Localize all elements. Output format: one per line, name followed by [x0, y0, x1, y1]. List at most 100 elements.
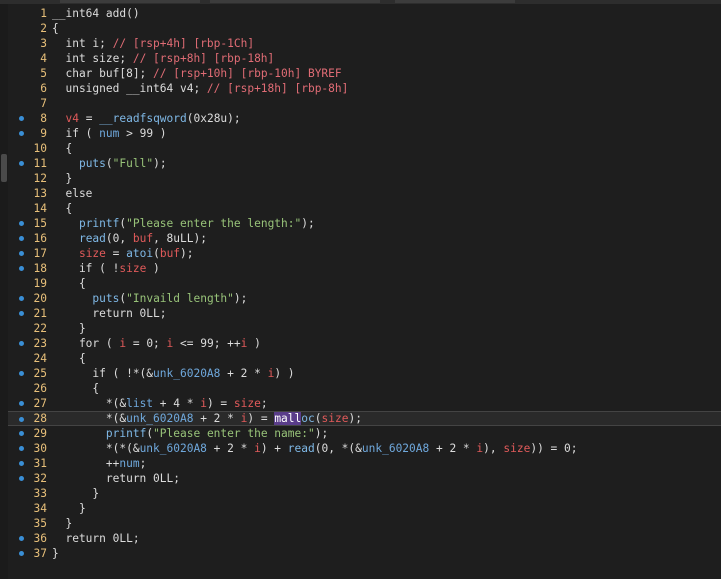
pseudocode-view[interactable]: 1 __int64 add() 2{3 int i; // [rsp+4h] [rb…	[8, 6, 721, 561]
code-line[interactable]: 10 {	[8, 141, 721, 156]
code-token: size	[78, 247, 106, 260]
code-line[interactable]: 23 for ( i = 0; i <= 99; ++i )	[8, 336, 721, 351]
code-line[interactable]: 13 else	[8, 186, 721, 201]
code-token: }	[52, 502, 86, 515]
code-line[interactable]: 2{	[8, 21, 721, 36]
line-number: 21	[33, 307, 47, 320]
tab-indicator[interactable]	[395, 0, 515, 3]
code-token: {	[52, 382, 100, 395]
code-line[interactable]: 12 }	[8, 171, 721, 186]
code-token: > 99 )	[119, 127, 167, 140]
breakpoint-dot-icon[interactable]	[19, 476, 24, 481]
code-line[interactable]: 20 puts("Invaild length");	[8, 291, 721, 306]
code-line[interactable]: 37}	[8, 546, 721, 561]
breakpoint-dot-icon[interactable]	[19, 266, 24, 271]
code-line[interactable]: 24 {	[8, 351, 721, 366]
line-number: 33	[33, 487, 47, 500]
code-line[interactable]: 28 *(&unk_6020A8 + 2 * i) = malloc(size)…	[8, 411, 721, 426]
code-text: puts("Full");	[52, 156, 167, 171]
code-token: }	[52, 322, 86, 335]
code-line[interactable]: 29 printf("Please enter the name:");	[8, 426, 721, 441]
code-line[interactable]: 7	[8, 96, 721, 111]
code-token: (	[153, 247, 160, 260]
code-token: + 2 *	[206, 442, 255, 455]
line-number: 37	[33, 547, 47, 560]
code-line[interactable]: 11 puts("Full");	[8, 156, 721, 171]
code-line[interactable]: 8 v4 = __readfsqword(0x28u);	[8, 111, 721, 126]
line-number: 11	[33, 157, 47, 170]
code-text: printf("Please enter the name:");	[52, 426, 328, 441]
code-token: "Full"	[112, 157, 154, 170]
code-line[interactable]: 26 {	[8, 381, 721, 396]
code-token: }	[52, 517, 73, 530]
code-line[interactable]: 30 *(*(&unk_6020A8 + 2 * i) + read(0, *(…	[8, 441, 721, 456]
code-line[interactable]: 3 int i; // [rsp+4h] [rbp-1Ch]	[8, 36, 721, 51]
breakpoint-dot-icon[interactable]	[19, 296, 24, 301]
code-text: }	[52, 321, 86, 336]
code-token: );	[301, 217, 315, 230]
code-token: // [rsp+4h] [rbp-1Ch]	[112, 37, 255, 50]
tab-strip	[0, 0, 721, 4]
code-line[interactable]: 33 }	[8, 486, 721, 501]
code-text: {	[52, 351, 86, 366]
code-token: (	[105, 157, 113, 170]
vertical-scrollbar[interactable]	[0, 4, 8, 579]
code-line[interactable]: 6 unsigned __int64 v4; // [rsp+18h] [rbp…	[8, 81, 721, 96]
breakpoint-dot-icon[interactable]	[19, 116, 24, 121]
code-token: ;	[260, 397, 268, 410]
code-token: // [rsp+8h] [rbp-18h]	[132, 52, 275, 65]
line-number: 31	[33, 457, 47, 470]
breakpoint-dot-icon[interactable]	[19, 131, 24, 136]
code-token: int i;	[52, 37, 113, 50]
breakpoint-dot-icon[interactable]	[19, 536, 24, 541]
code-token: (	[314, 412, 322, 425]
code-line[interactable]: 15 printf("Please enter the length:");	[8, 216, 721, 231]
code-line[interactable]: 18 if ( !size )	[8, 261, 721, 276]
code-token: + 2 *	[429, 442, 477, 455]
breakpoint-dot-icon[interactable]	[19, 341, 24, 346]
breakpoint-dot-icon[interactable]	[19, 417, 24, 422]
code-line[interactable]: 31 ++num;	[8, 456, 721, 471]
breakpoint-dot-icon[interactable]	[19, 251, 24, 256]
code-line[interactable]: 5 char buf[8]; // [rsp+10h] [rbp-10h] BY…	[8, 66, 721, 81]
code-line[interactable]: 21 return 0LL;	[8, 306, 721, 321]
code-line[interactable]: 17 size = atoi(buf);	[8, 246, 721, 261]
breakpoint-dot-icon[interactable]	[19, 371, 24, 376]
tab-indicator[interactable]	[60, 0, 200, 3]
breakpoint-dot-icon[interactable]	[19, 221, 24, 226]
code-text: }	[52, 171, 72, 186]
code-line[interactable]: 9 if ( num > 99 )	[8, 126, 721, 141]
code-line[interactable]: 34 }	[8, 501, 721, 516]
code-line[interactable]: 25 if ( !*(&unk_6020A8 + 2 * i) )	[8, 366, 721, 381]
code-token: return 0LL;	[52, 532, 140, 545]
code-token: // [rsp+18h] [rbp-8h]	[206, 82, 349, 95]
code-text: int size; // [rsp+8h] [rbp-18h]	[52, 51, 274, 66]
code-line[interactable]: 4 int size; // [rsp+8h] [rbp-18h]	[8, 51, 721, 66]
breakpoint-dot-icon[interactable]	[19, 431, 24, 436]
code-token: + 2 *	[220, 367, 268, 380]
code-text: }	[52, 486, 99, 501]
code-line[interactable]: 32 return 0LL;	[8, 471, 721, 486]
code-line[interactable]: 27 *(&list + 4 * i) = size;	[8, 396, 721, 411]
code-line[interactable]: 22 }	[8, 321, 721, 336]
code-token: + 4 *	[153, 397, 201, 410]
code-token: int size;	[52, 52, 133, 65]
code-line[interactable]: 16 read(0, buf, 8uLL);	[8, 231, 721, 246]
code-line[interactable]: 1 __int64 add()	[8, 6, 721, 21]
scrollbar-thumb[interactable]	[1, 154, 7, 182]
code-line[interactable]: 19 {	[8, 276, 721, 291]
tab-indicator[interactable]	[210, 0, 380, 3]
breakpoint-dot-icon[interactable]	[19, 446, 24, 451]
breakpoint-dot-icon[interactable]	[19, 161, 24, 166]
breakpoint-dot-icon[interactable]	[19, 311, 24, 316]
code-line[interactable]: 36 return 0LL;	[8, 531, 721, 546]
breakpoint-dot-icon[interactable]	[19, 236, 24, 241]
code-line[interactable]: 14 {	[8, 201, 721, 216]
breakpoint-dot-icon[interactable]	[19, 401, 24, 406]
breakpoint-dot-icon[interactable]	[19, 551, 24, 556]
code-line[interactable]: 35 }	[8, 516, 721, 531]
line-number: 34	[33, 502, 47, 515]
breakpoint-dot-icon[interactable]	[19, 461, 24, 466]
code-text: read(0, buf, 8uLL);	[52, 231, 207, 246]
